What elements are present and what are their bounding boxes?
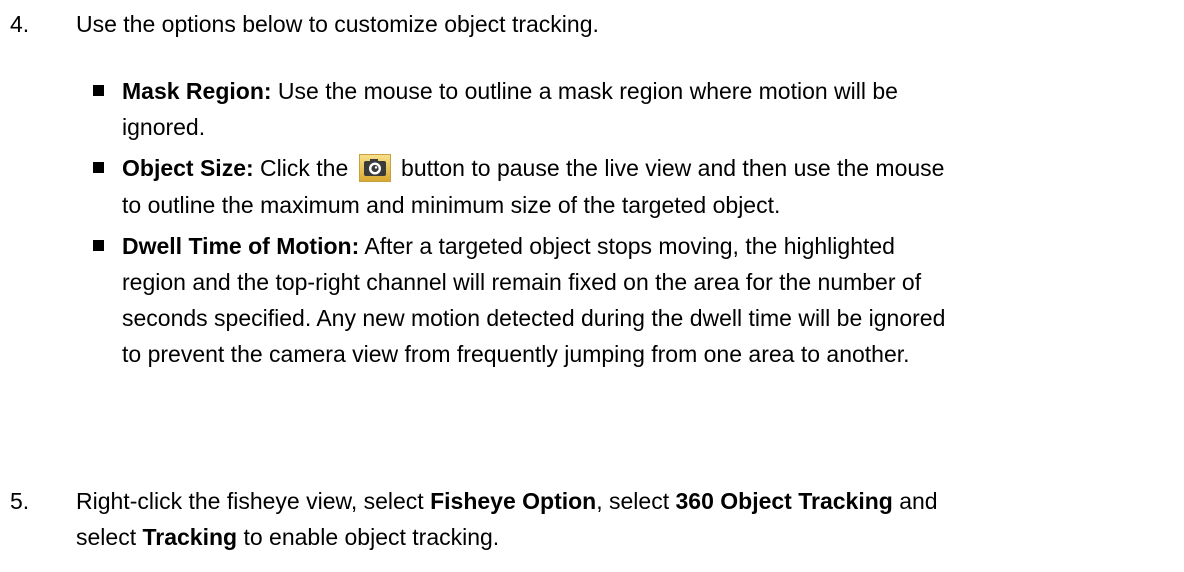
step-text-run: to enable object tracking. (237, 524, 500, 550)
step-number: 5. (10, 488, 30, 514)
step-text-run: select (76, 524, 143, 550)
bullet-square-icon (93, 240, 104, 251)
camera-snapshot-icon (358, 154, 391, 182)
bullet-line: Use the mouse to outline a mask region w… (271, 78, 898, 104)
bullet-square-icon (93, 162, 104, 173)
step-text: select Tracking to enable object trackin… (76, 519, 1176, 555)
menu-term-360-object-tracking: 360 Object Tracking (675, 488, 893, 514)
bullet-text: ignored. (122, 109, 1172, 145)
bullet-line: to outline the maximum and minimum size … (122, 192, 781, 218)
menu-term-fisheye-option: Fisheye Option (430, 488, 597, 514)
bullet-label: Dwell Time of Motion: (122, 233, 360, 259)
step-text-run: and (892, 488, 938, 514)
bullet-line: ignored. (122, 114, 206, 140)
bullet-line: seconds specified. Any new motion detect… (122, 305, 946, 331)
step-text: Use the options below to customize objec… (76, 11, 599, 37)
bullet-line: region and the top-right channel will re… (122, 269, 922, 295)
bullet-label: Object Size: (122, 155, 254, 181)
bullet-text: Dwell Time of Motion: After a targeted o… (122, 228, 1172, 264)
step-number: 4. (10, 11, 30, 37)
bullet-label: Mask Region: (122, 78, 272, 104)
bullet-line: to prevent the camera view from frequent… (122, 341, 910, 367)
step-text-run: Right-click the fisheye view, select (76, 488, 431, 514)
bullet-line: Click the (253, 155, 355, 181)
bullet-text: to prevent the camera view from frequent… (122, 336, 1172, 372)
bullet-square-icon (93, 85, 104, 96)
bullet-text: Object Size: Click the button to pause t… (122, 150, 1172, 186)
bullet-line: After a targeted object stops moving, th… (359, 233, 895, 259)
bullet-text: to outline the maximum and minimum size … (122, 187, 1172, 223)
bullet-line: button to pause the live view and then u… (394, 155, 945, 181)
step-text: Right-click the fisheye view, select Fis… (76, 483, 1176, 519)
bullet-text: region and the top-right channel will re… (122, 264, 1172, 300)
menu-term-tracking: Tracking (142, 524, 238, 550)
step-text-run: , select (596, 488, 676, 514)
bullet-text: seconds specified. Any new motion detect… (122, 300, 1172, 336)
bullet-text: Mask Region: Use the mouse to outline a … (122, 73, 1172, 109)
